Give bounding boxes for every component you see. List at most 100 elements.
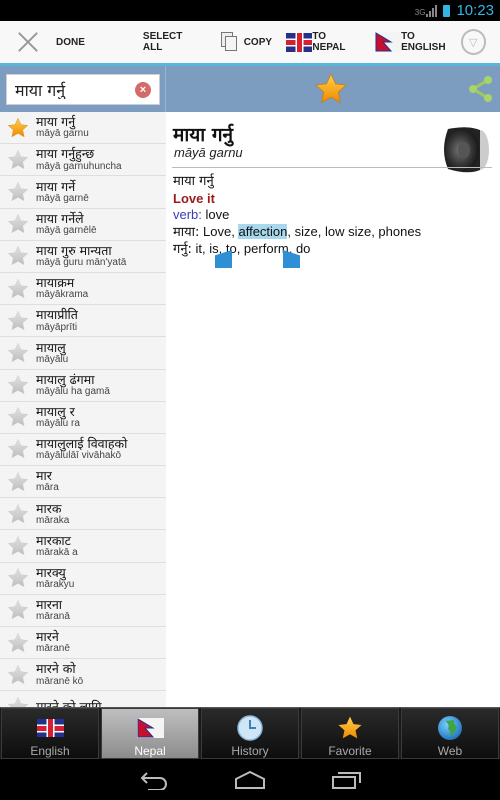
signal-icon: 3G bbox=[415, 4, 438, 17]
word-list-item[interactable]: मार māra bbox=[0, 466, 166, 499]
header-divider bbox=[172, 167, 492, 168]
tab-favorite[interactable]: Favorite bbox=[301, 708, 399, 759]
tab-history[interactable]: History bbox=[201, 708, 299, 759]
word-text: मारने māranē bbox=[36, 630, 70, 655]
word-nepali: मारने को लागि bbox=[36, 698, 102, 707]
word-romanization: māyā garnē bbox=[36, 192, 89, 204]
done-label: DONE bbox=[56, 36, 85, 48]
recents-icon[interactable] bbox=[332, 770, 362, 790]
definition-panel: माया गर्नु māyā garnu माया गर्नु Love it… bbox=[166, 66, 500, 707]
word-list-item[interactable]: मायाप्रीति māyāprīti bbox=[0, 305, 166, 338]
word-list[interactable]: माया गर्नु māyā garnu माया गर्नुहुन्छ mā… bbox=[0, 112, 166, 707]
clear-search-button[interactable]: × bbox=[135, 82, 151, 98]
word-list-item[interactable]: माया गर्नुहुन्छ māyā garnuhuncha bbox=[0, 144, 166, 177]
overflow-menu-button[interactable]: ▽ bbox=[460, 29, 486, 55]
star-icon[interactable] bbox=[7, 213, 29, 235]
star-icon[interactable] bbox=[7, 696, 29, 707]
word-list-item[interactable]: माया गर्नेले māyā garnēlē bbox=[0, 209, 166, 241]
tab-label: Nepal bbox=[134, 744, 166, 758]
word-romanization: māra bbox=[36, 482, 59, 494]
star-icon[interactable] bbox=[7, 535, 29, 557]
word-list-item[interactable]: माया गर्ने māyā garnē bbox=[0, 176, 166, 209]
select-all-label: SELECT ALL bbox=[142, 31, 183, 53]
word-list-item[interactable]: माया गुरु मान्यता māyā guru mān'yatā bbox=[0, 241, 166, 273]
word-romanization: māyākrama bbox=[36, 289, 89, 301]
star-icon[interactable] bbox=[7, 567, 29, 589]
done-button[interactable]: DONE bbox=[0, 21, 85, 63]
word-list-item[interactable]: मायालु māyālu bbox=[0, 337, 166, 370]
pos-value: love bbox=[201, 207, 230, 222]
star-icon[interactable] bbox=[7, 438, 29, 460]
word-list-item[interactable]: मारने māranē bbox=[0, 627, 166, 660]
share-icon[interactable] bbox=[466, 75, 494, 103]
word-text: मायाप्रीति māyāprīti bbox=[36, 308, 78, 333]
word-romanization: māyā garnu bbox=[36, 128, 89, 140]
star-icon[interactable] bbox=[7, 374, 29, 396]
word-nepali: मारने bbox=[36, 629, 59, 645]
nepal-flag-icon bbox=[136, 715, 164, 741]
word-nepali: माया गर्ने bbox=[36, 178, 76, 194]
word-text: माया गर्नेले māyā garnēlē bbox=[36, 212, 97, 237]
word-list-item[interactable]: माया गर्नु māyā garnu bbox=[0, 112, 166, 145]
star-icon[interactable] bbox=[7, 149, 29, 171]
home-icon[interactable] bbox=[234, 770, 266, 789]
word-nepali: मायाप्रीति bbox=[36, 307, 78, 323]
star-icon[interactable] bbox=[7, 342, 29, 364]
star-icon[interactable] bbox=[7, 599, 29, 621]
back-icon[interactable] bbox=[138, 770, 168, 790]
bottom-tab-bar: English Nepal History Favorite Web bbox=[0, 707, 500, 759]
tab-label: English bbox=[30, 744, 70, 758]
favorite-star-button[interactable] bbox=[314, 72, 348, 106]
word-romanization: māyā guru mān'yatā bbox=[36, 257, 127, 269]
word-list-item[interactable]: मारने को māranē kō bbox=[0, 659, 166, 692]
star-icon[interactable] bbox=[7, 406, 29, 428]
globe-icon bbox=[437, 715, 463, 741]
word-list-item[interactable]: मारने को लागि bbox=[0, 691, 166, 707]
selected-text[interactable]: affection bbox=[238, 223, 288, 239]
star-icon[interactable] bbox=[7, 245, 29, 267]
star-icon[interactable] bbox=[7, 310, 29, 332]
word-list-item[interactable]: मायालु ढंगमा māyālu ha gamā bbox=[0, 370, 166, 402]
word-nepali: मारकाट bbox=[36, 532, 71, 548]
word-list-item[interactable]: मारक māraka bbox=[0, 498, 166, 531]
word-list-item[interactable]: मारक्यु mārakyu bbox=[0, 563, 166, 595]
star-icon[interactable] bbox=[7, 664, 29, 686]
word-romanization: māyāprīti bbox=[36, 321, 78, 333]
clock-icon bbox=[237, 715, 263, 741]
word-list-item[interactable]: मायालुलाई विवाहको māyālulāī vivāhakō bbox=[0, 434, 166, 467]
word-list-item[interactable]: मायालु र māyālu ra bbox=[0, 402, 166, 434]
battery-icon bbox=[443, 4, 451, 17]
word-romanization: mārakyu bbox=[36, 579, 75, 591]
star-icon[interactable] bbox=[7, 181, 29, 203]
word-text: मायाक्रम māyākrama bbox=[36, 276, 88, 301]
favorite-star-icon[interactable] bbox=[7, 117, 29, 139]
tab-english[interactable]: English bbox=[1, 708, 99, 759]
word-nepali: मारना bbox=[36, 597, 63, 613]
entry-romanization: māyā garnu bbox=[174, 145, 243, 160]
star-icon[interactable] bbox=[7, 632, 29, 654]
word-list-item[interactable]: मायाक्रम māyākrama bbox=[0, 273, 166, 306]
select-all-button[interactable]: SELECT ALL bbox=[143, 21, 203, 63]
to-nepal-button[interactable]: TO NEPAL bbox=[286, 21, 361, 63]
star-icon[interactable] bbox=[7, 503, 29, 525]
star-icon[interactable] bbox=[7, 278, 29, 300]
tab-label: Web bbox=[437, 744, 463, 758]
word-text: मारने को लागि bbox=[36, 700, 102, 707]
copy-button[interactable]: COPY bbox=[220, 21, 272, 63]
word-list-item[interactable]: मारकाट mārakā a bbox=[0, 530, 166, 563]
word-nepali: मायालु र bbox=[36, 403, 75, 419]
word-text: मायालु māyālu bbox=[36, 340, 68, 366]
star-icon[interactable] bbox=[7, 471, 29, 493]
word-text: मारकाट mārakā a bbox=[36, 534, 78, 559]
tab-web[interactable]: Web bbox=[401, 708, 499, 759]
word-text: मायालु र māyālu ra bbox=[36, 405, 80, 430]
word-nepali: मार bbox=[36, 468, 52, 484]
to-english-button[interactable]: TO ENGLISH bbox=[374, 21, 461, 63]
tab-nepal[interactable]: Nepal bbox=[101, 708, 199, 759]
meaning-1-label: माया: bbox=[173, 224, 200, 240]
search-input[interactable] bbox=[15, 80, 125, 99]
meaning-line-1[interactable]: माया: Love, affection, size, low size, p… bbox=[173, 223, 421, 242]
word-list-item[interactable]: मारना māranā bbox=[0, 595, 166, 627]
word-nepali: मारक bbox=[36, 500, 62, 516]
pos-label: verb: bbox=[173, 207, 202, 222]
